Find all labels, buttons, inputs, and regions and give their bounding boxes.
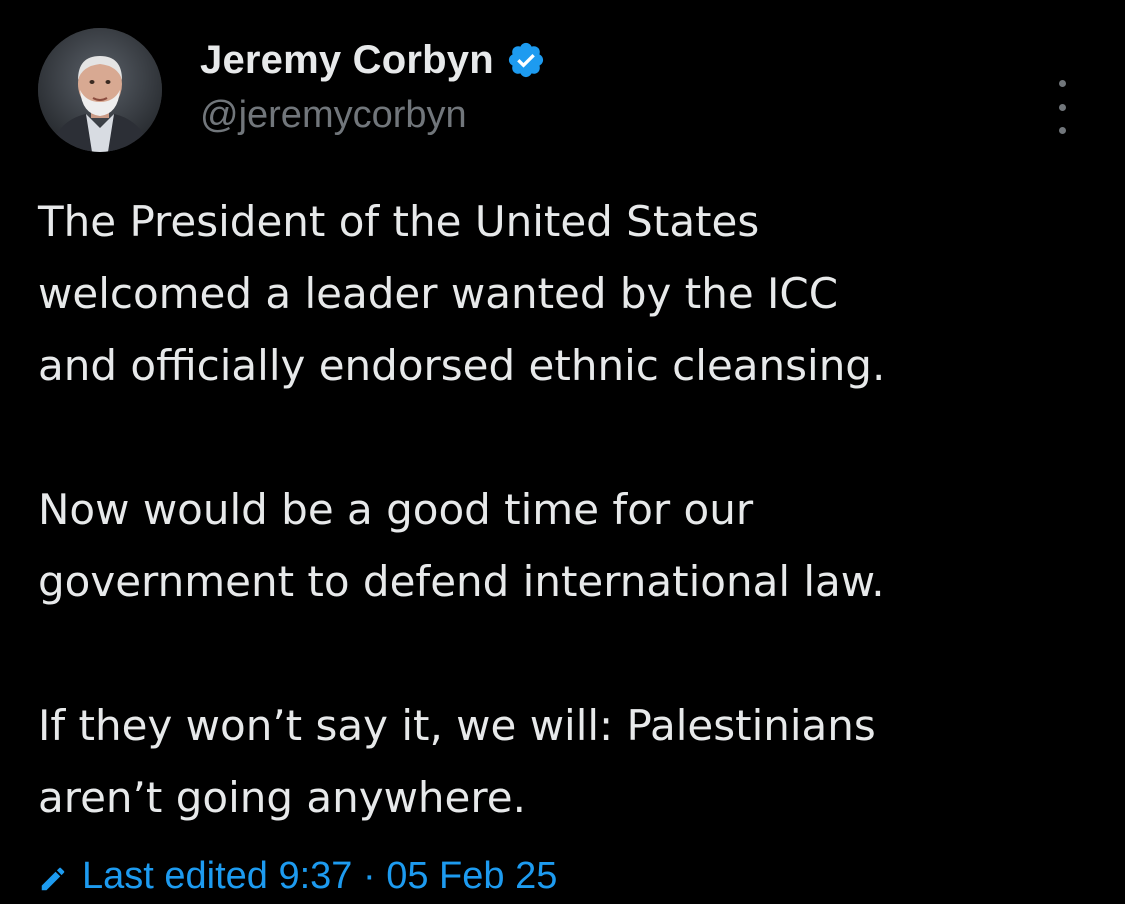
more-dot — [1058, 80, 1066, 87]
tweet-line: The President of the United States — [38, 197, 760, 246]
more-dot — [1058, 103, 1066, 111]
tweet-paragraph: If they won’t say it, we will: Palestini… — [38, 690, 1108, 834]
last-edited-link[interactable]: Last edited 9:37 · 05 Feb 25 — [38, 854, 558, 897]
last-edited-label: Last edited 9:37 · 05 Feb 25 — [82, 854, 558, 897]
tweet-line: If they won’t say it, we will: Palestini… — [38, 701, 876, 750]
pencil-icon — [38, 861, 68, 891]
tweet-line: welcomed a leader wanted by the ICC — [38, 269, 839, 318]
author-handle[interactable]: @jeremycorbyn — [200, 94, 467, 137]
tweet-text: The President of the United States welco… — [38, 186, 1108, 834]
tweet-paragraph: The President of the United States welco… — [38, 186, 1108, 402]
tweet-line: and officially endorsed ethnic cleansing… — [38, 341, 886, 390]
tweet-line: aren’t going anywhere. — [38, 773, 526, 822]
author-name-row: Jeremy Corbyn — [200, 34, 546, 86]
avatar[interactable] — [38, 28, 162, 152]
more-options-icon[interactable] — [1040, 80, 1084, 134]
verified-badge-icon[interactable] — [506, 40, 546, 80]
tweet-line: government to defend international law. — [38, 557, 885, 606]
tweet-paragraph: Now would be a good time for our governm… — [38, 474, 1108, 618]
author-display-name[interactable]: Jeremy Corbyn — [200, 38, 494, 83]
tweet: Jeremy Corbyn @jeremycorbyn The Presiden… — [0, 0, 1125, 897]
tweet-line: Now would be a good time for our — [38, 485, 754, 534]
more-dot — [1058, 127, 1066, 134]
avatar-image — [38, 28, 162, 152]
